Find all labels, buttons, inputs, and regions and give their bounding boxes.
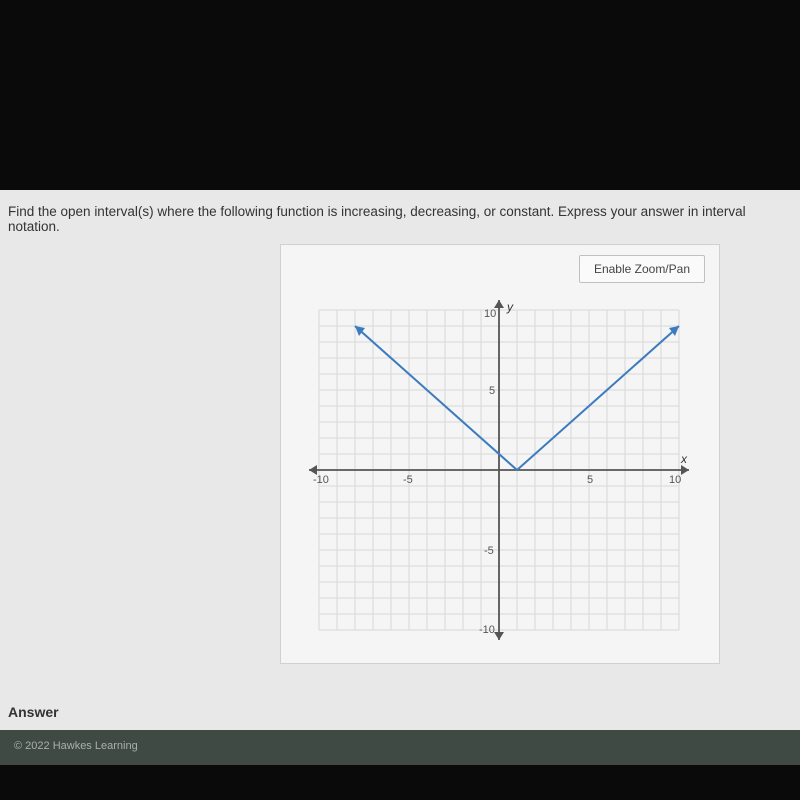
- content-area: Find the open interval(s) where the foll…: [0, 190, 800, 730]
- question-prompt: Find the open interval(s) where the foll…: [0, 190, 800, 244]
- answer-label: Answer: [8, 704, 59, 720]
- top-black-bar: [0, 0, 800, 190]
- tick-labels: -10 -5 5 10 10 5 -5 -10: [313, 308, 681, 636]
- y-axis-label: y: [506, 300, 514, 314]
- page-footer: © 2022 Hawkes Learning: [0, 730, 800, 765]
- axes: [309, 300, 689, 640]
- ytick-pos5: 5: [489, 385, 495, 397]
- copyright-text: © 2022 Hawkes Learning: [14, 740, 138, 752]
- graph-svg: -10 -5 5 10 10 5 -5 -10 y x: [309, 295, 689, 645]
- coordinate-graph: -10 -5 5 10 10 5 -5 -10 y x: [309, 295, 689, 645]
- x-axis-label: x: [680, 452, 688, 466]
- xtick-neg10: -10: [313, 474, 329, 486]
- ytick-neg5: -5: [484, 545, 494, 557]
- xtick-pos5: 5: [587, 474, 593, 486]
- xtick-pos10: 10: [669, 474, 681, 486]
- bottom-black-bar: [0, 765, 800, 800]
- enable-zoom-pan-button[interactable]: Enable Zoom/Pan: [579, 255, 705, 283]
- ytick-neg10: -10: [479, 624, 495, 636]
- xtick-neg5: -5: [403, 474, 413, 486]
- ytick-pos10: 10: [484, 308, 496, 320]
- graph-panel: Enable Zoom/Pan: [280, 244, 720, 664]
